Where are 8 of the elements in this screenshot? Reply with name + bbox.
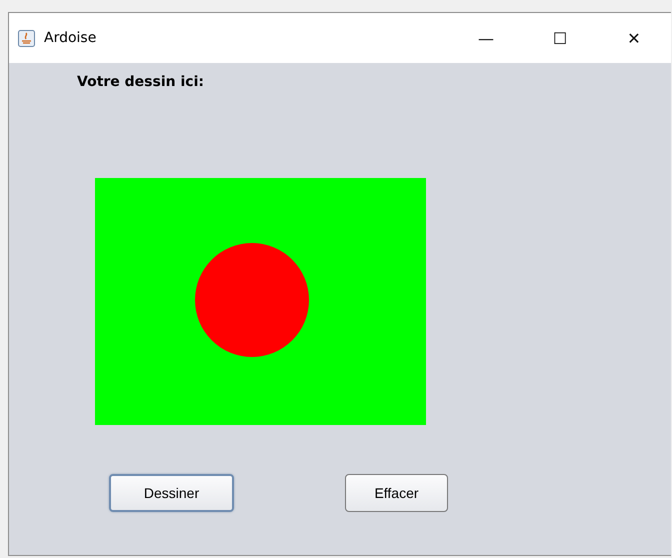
window-title: Ardoise xyxy=(44,30,98,46)
maximize-button[interactable]: ☐ xyxy=(523,13,597,63)
close-button[interactable]: ✕ xyxy=(597,13,671,63)
minimize-button[interactable]: — xyxy=(449,13,523,63)
canvas-label: Votre dessin ici: xyxy=(77,74,204,90)
action-button[interactable]: Dessiner xyxy=(109,474,234,512)
app-icon xyxy=(18,30,35,46)
action-button[interactable]: Effacer xyxy=(345,474,448,512)
